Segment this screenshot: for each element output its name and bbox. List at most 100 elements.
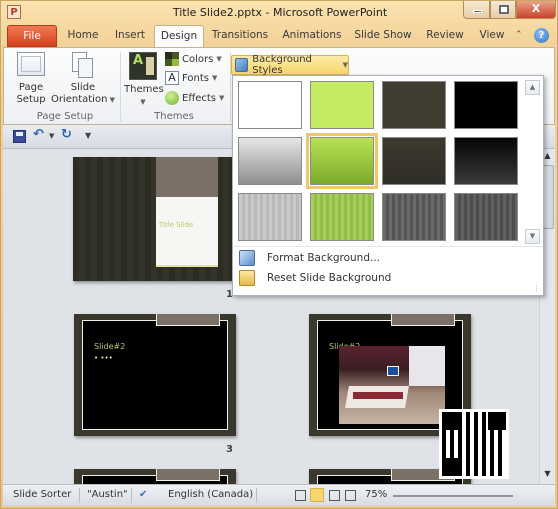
normal-view-icon[interactable] <box>295 490 306 501</box>
save-icon[interactable] <box>13 130 26 143</box>
customize-toolbar-icon[interactable]: ▼ <box>85 131 91 140</box>
slide-show-view-icon[interactable] <box>345 490 356 501</box>
tab-slide-show[interactable]: Slide Show <box>353 25 413 47</box>
fonts-label: Fonts <box>182 72 209 84</box>
themes-icon: A <box>129 52 157 80</box>
view-indicator: Slide Sorter <box>13 489 72 500</box>
background-swatch-dark-olive[interactable] <box>382 81 446 129</box>
reset-slide-background-label: Reset Slide Background <box>267 272 392 284</box>
background-swatch-green-gradient[interactable] <box>306 133 378 189</box>
effects-button[interactable]: Effects ▼ <box>165 91 224 105</box>
photo-bed-runner <box>353 392 403 399</box>
photo-wall <box>409 346 445 386</box>
themes-gallery-button[interactable]: A Themes ▼ <box>124 52 164 108</box>
reset-background-icon <box>239 270 255 286</box>
dropdown-arrow-icon: ▼ <box>216 55 222 63</box>
slide-accent-block <box>156 469 220 481</box>
help-icon[interactable]: ? <box>534 28 549 43</box>
spell-check-icon[interactable]: ✔ <box>139 489 147 500</box>
powerpoint-window: P Title Slide2.pptx - Microsoft PowerPoi… <box>0 0 558 509</box>
colors-icon <box>165 52 179 66</box>
language-indicator[interactable]: English (Canada) <box>168 489 253 500</box>
close-button[interactable]: X <box>516 1 556 19</box>
slide-thumbnail-4[interactable] <box>74 469 236 484</box>
fonts-icon: A <box>165 71 179 85</box>
background-swatch-charcoal-stripes[interactable] <box>454 193 518 241</box>
format-background-label: Format Background... <box>267 252 380 264</box>
background-swatch-black-gradient[interactable] <box>454 137 518 185</box>
dropdown-arrow-icon: ▼ <box>342 61 348 69</box>
tab-animations[interactable]: Animations <box>281 25 343 47</box>
undo-icon[interactable]: ↶ <box>33 127 44 142</box>
background-swatch-white[interactable] <box>238 81 302 129</box>
themes-label: Themes <box>124 84 164 95</box>
maximize-button[interactable] <box>490 1 516 19</box>
reset-slide-background-menu-item[interactable]: Reset Slide Background <box>233 268 523 288</box>
slide-thumbnail-1[interactable]: Title Slide <box>73 157 233 281</box>
tab-design[interactable]: Design <box>154 25 204 48</box>
effects-icon <box>165 91 179 105</box>
page-setup-label: Page <box>18 82 44 93</box>
undo-dropdown-icon[interactable]: ▼ <box>49 132 54 140</box>
slide-orientation-button[interactable]: Slide Orientation ▼ <box>50 52 116 106</box>
background-swatch-green-stripes[interactable] <box>310 193 374 241</box>
slide-content-frame <box>82 320 228 430</box>
gallery-scrollbar[interactable]: ▲ ▼ <box>525 80 540 244</box>
qr-pattern <box>442 412 506 476</box>
slide-title-text: Slide#2 <box>94 342 126 351</box>
tab-view[interactable]: View <box>476 25 508 47</box>
themes-group-label: Themes <box>154 111 194 122</box>
theme-name: "Austin" <box>87 489 128 500</box>
tab-file[interactable]: File <box>7 25 57 47</box>
status-bar: Slide Sorter "Austin" ✔ English (Canada)… <box>3 484 555 506</box>
tab-review[interactable]: Review <box>423 25 467 47</box>
background-swatch-olive-gradient[interactable] <box>382 137 446 185</box>
tab-home[interactable]: Home <box>61 25 105 47</box>
menu-divider <box>233 246 543 247</box>
minimize-ribbon-icon[interactable]: ⌃ <box>515 30 523 40</box>
redo-icon[interactable]: ↻ <box>61 127 72 142</box>
title-bar: P Title Slide2.pptx - Microsoft PowerPoi… <box>1 1 558 23</box>
qr-code-image <box>439 409 509 479</box>
photo-pillow <box>387 366 399 376</box>
minimize-button[interactable] <box>463 1 490 19</box>
slide-orientation-icon <box>72 52 94 78</box>
gallery-scroll-down-icon[interactable]: ▼ <box>525 229 540 244</box>
status-divider <box>79 488 80 503</box>
status-divider <box>256 488 257 503</box>
background-styles-icon <box>235 58 249 72</box>
scroll-down-icon[interactable]: ▼ <box>541 469 554 482</box>
page-setup-label-2: Setup <box>16 94 46 105</box>
slide-accent-block <box>156 157 218 197</box>
background-styles-label: Background Styles <box>252 54 312 76</box>
slide-title-text: Title Slide <box>159 221 194 229</box>
background-swatch-light-gray-stripes[interactable] <box>238 193 302 241</box>
background-styles-button[interactable]: Background Styles ▼ <box>231 54 349 76</box>
resize-grip-icon[interactable]: ⋮ <box>533 285 540 293</box>
dropdown-arrow-icon: ▼ <box>107 96 116 104</box>
colors-label: Colors <box>182 53 214 65</box>
paint-bucket-icon <box>239 250 255 266</box>
hotel-bedroom-photo <box>339 346 445 424</box>
tab-insert[interactable]: Insert <box>109 25 151 47</box>
zoom-slider[interactable] <box>393 495 513 497</box>
gallery-scroll-up-icon[interactable]: ▲ <box>525 80 540 95</box>
zoom-level[interactable]: 75% <box>365 489 387 500</box>
reading-view-icon[interactable] <box>329 490 340 501</box>
format-background-menu-item[interactable]: Format Background... <box>233 248 523 268</box>
background-swatch-black[interactable] <box>454 81 518 129</box>
fonts-button[interactable]: A Fonts ▼ <box>165 71 217 85</box>
restore-icon <box>499 5 509 14</box>
page-setup-icon <box>17 52 45 76</box>
tab-transitions[interactable]: Transitions <box>209 25 271 47</box>
colors-button[interactable]: Colors ▼ <box>165 52 222 66</box>
background-swatch-gray-gradient[interactable] <box>238 137 302 185</box>
slide-sorter-view-icon[interactable] <box>310 488 324 502</box>
background-swatch-dark-gray-stripes[interactable] <box>382 193 446 241</box>
group-separator <box>120 52 121 122</box>
slide-orientation-label-2: Orientation <box>50 94 108 105</box>
background-swatch-light-green[interactable] <box>310 81 374 129</box>
page-setup-button[interactable]: Page Setup <box>12 52 50 106</box>
slide-thumbnail-3[interactable]: Slide#2 • ••• <box>74 314 236 436</box>
dropdown-arrow-icon: ▼ <box>140 98 146 106</box>
